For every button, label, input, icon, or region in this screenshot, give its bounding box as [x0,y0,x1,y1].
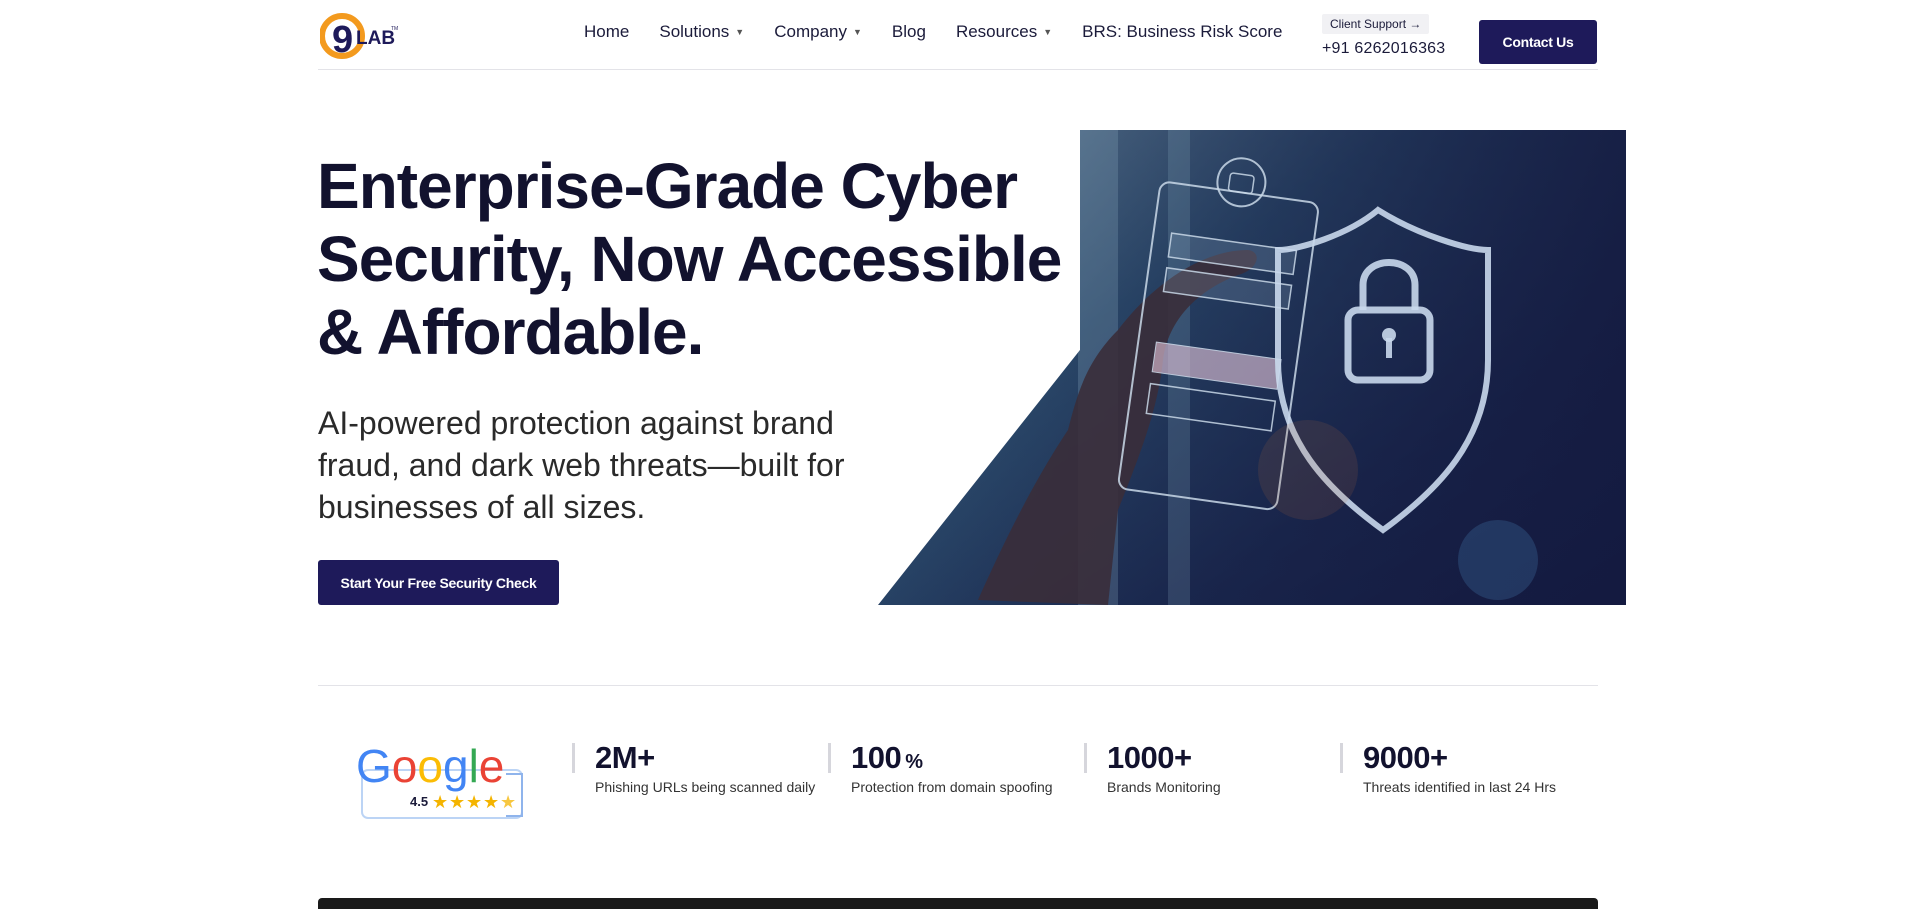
client-support-link[interactable]: Client Support → [1322,14,1430,34]
support-phone[interactable]: +91 6262016363 [1322,40,1445,58]
contact-us-button[interactable]: Contact Us [1479,20,1597,64]
free-security-check-button[interactable]: Start Your Free Security Check [318,560,559,605]
stat-label: Brands Monitoring [1107,779,1221,795]
stat-label: Protection from domain spoofing [851,779,1053,795]
google-rating-value: 4.5 [410,794,428,809]
star-icon: ★ [483,792,499,813]
svg-text:LAB: LAB [356,28,395,49]
site-header: 9 LAB TM Home Solutions ▼ Company ▼ Blog R… [318,0,1598,70]
nav-blog[interactable]: Blog [892,22,926,42]
stat-item: 100% Protection from domain spoofing [828,740,1053,795]
client-support: Client Support → +91 6262016363 [1322,14,1445,58]
star-half-icon: ★ [500,792,516,813]
next-section-bar [318,898,1598,909]
stat-item: 9000+ Threats identified in last 24 Hrs [1340,740,1556,795]
stat-value: 100 [851,740,902,775]
hero-subtitle: AI-powered protection against brand frau… [318,405,845,525]
stat-label: Phishing URLs being scanned daily [595,779,816,795]
nav-resources[interactable]: Resources ▼ [956,22,1052,42]
hero-image [878,130,1626,605]
stat-value: 2M+ [595,740,655,775]
stat-item: 2M+ Phishing URLs being scanned daily [572,740,815,795]
logo[interactable]: 9 LAB TM [320,10,402,60]
star-icon: ★ [466,792,482,813]
caret-down-icon: ▼ [852,27,862,37]
star-icon: ★ [432,792,448,813]
svg-text:TM: TM [391,26,398,32]
nav-home[interactable]: Home [584,22,629,42]
svg-text:Google: Google [356,740,504,792]
section-divider [318,685,1598,686]
caret-down-icon: ▼ [1043,27,1053,37]
stat-suffix: % [905,751,923,773]
caret-down-icon: ▼ [735,27,745,37]
stat-value: 9000+ [1363,740,1448,775]
nav-solutions[interactable]: Solutions ▼ [659,22,744,42]
nav-company[interactable]: Company ▼ [774,22,862,42]
stat-item: 1000+ Brands Monitoring [1084,740,1221,795]
nav-brs[interactable]: BRS: Business Risk Score [1082,22,1282,42]
main-nav: Home Solutions ▼ Company ▼ Blog Resources ▼… [584,22,1312,42]
logo-text: 9 [332,19,353,60]
google-rating-badge[interactable]: Google 4.5 ★ ★ ★ ★ ★ [356,740,530,820]
stat-value: 1000+ [1107,740,1192,775]
star-icon: ★ [449,792,465,813]
stat-label: Threats identified in last 24 Hrs [1363,779,1556,795]
